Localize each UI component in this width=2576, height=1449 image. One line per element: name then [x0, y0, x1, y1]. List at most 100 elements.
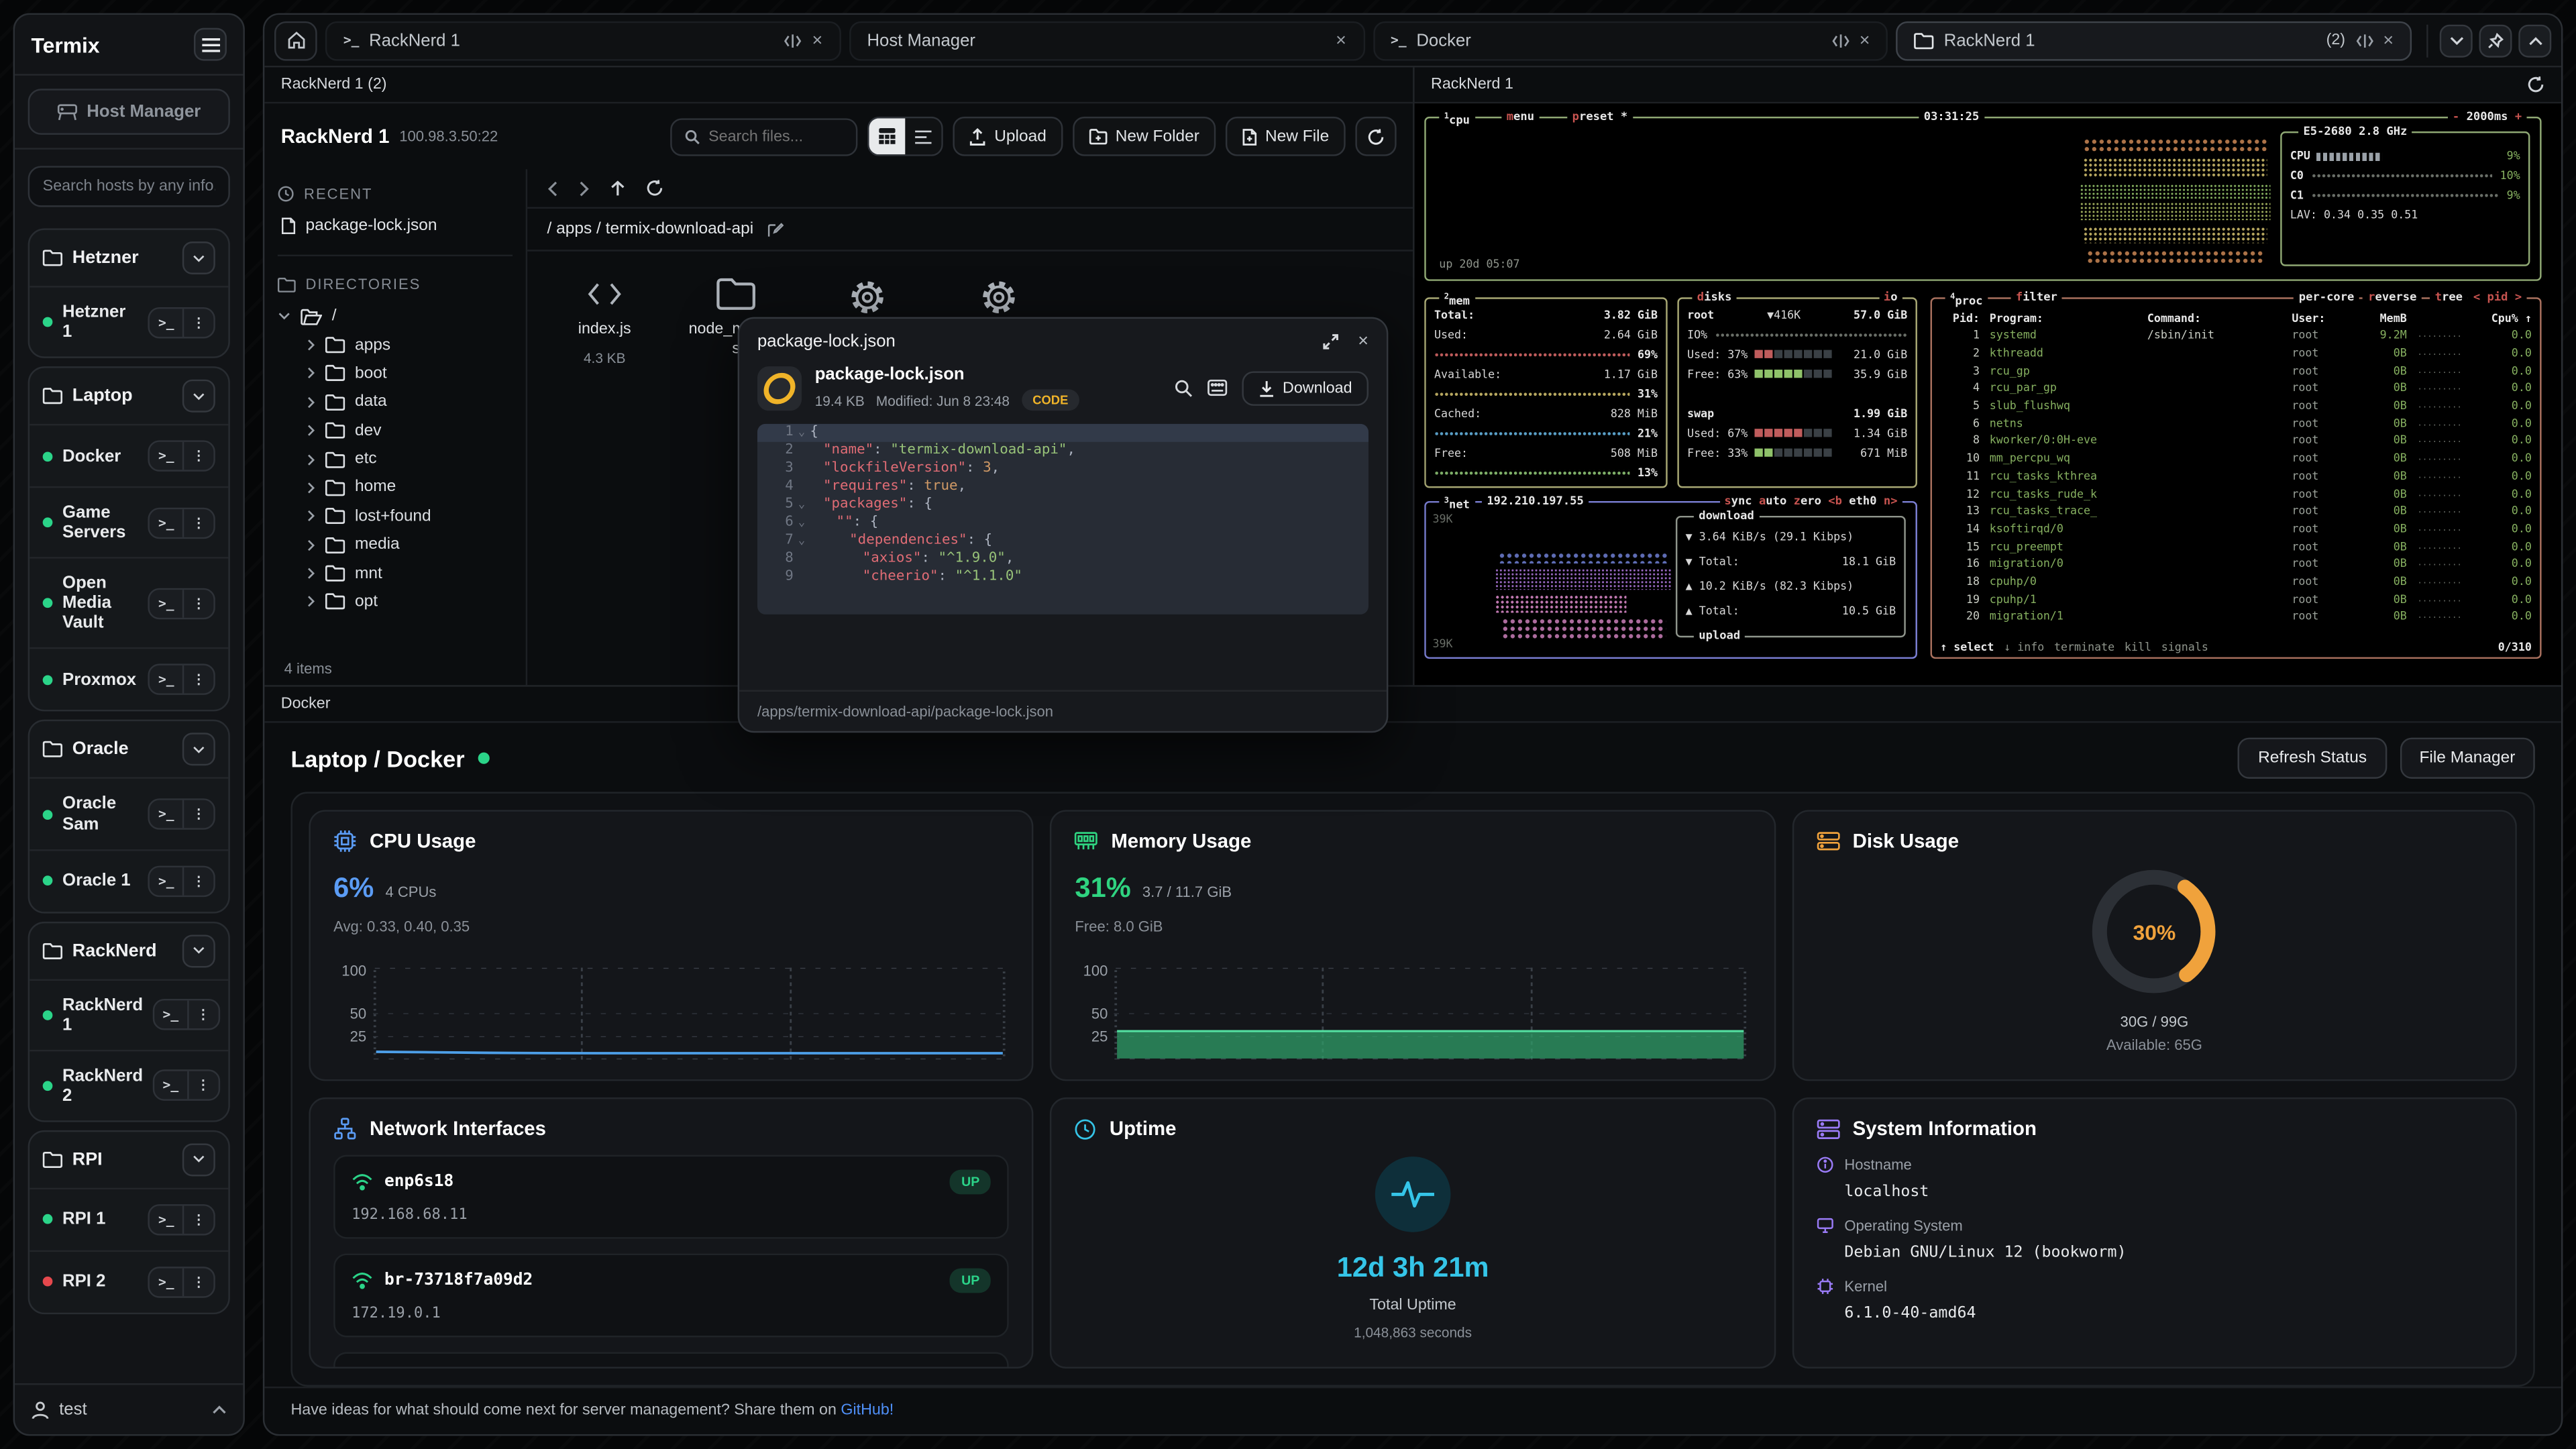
pin-button[interactable]: [2479, 24, 2512, 57]
new-file-button[interactable]: New File: [1226, 117, 1346, 156]
host-row[interactable]: RPI 2 >_ ⋮: [30, 1250, 228, 1312]
tree-item[interactable]: dev: [278, 417, 513, 445]
sync-icon[interactable]: [2527, 76, 2545, 94]
host-menu-button[interactable]: ⋮: [184, 308, 213, 336]
tab-racknerd-1[interactable]: >_RackNerd 1 ×: [325, 21, 841, 60]
tree-item[interactable]: etc: [278, 445, 513, 474]
host-row[interactable]: Game Servers >_ ⋮: [30, 486, 228, 557]
edit-path-icon[interactable]: [767, 221, 783, 237]
host-search-input[interactable]: [28, 166, 230, 207]
reload-icon[interactable]: [645, 179, 663, 197]
interface-row[interactable]: enp6s18 UP 192.168.68.11: [333, 1155, 1009, 1239]
up-icon[interactable]: [610, 180, 626, 196]
chevron-down-icon[interactable]: [182, 1143, 215, 1176]
chevron-down-icon[interactable]: [182, 241, 215, 274]
refresh-button[interactable]: [1355, 117, 1396, 156]
close-tab-icon[interactable]: ×: [1860, 30, 1870, 50]
split-icon[interactable]: [1831, 32, 1849, 48]
tree-item[interactable]: apps: [278, 331, 513, 360]
host-group-header[interactable]: RPI: [30, 1132, 228, 1187]
code-preview[interactable]: 1⌄{2"name": "termix-download-api",3"lock…: [757, 424, 1368, 614]
file-tile[interactable]: index.js 4.3 KB: [557, 278, 652, 366]
host-group-header[interactable]: Hetzner: [30, 230, 228, 286]
tab-docker[interactable]: >_Docker ×: [1373, 21, 1888, 60]
sidebar-footer[interactable]: test: [15, 1383, 243, 1434]
host-row[interactable]: Proxmox >_ ⋮: [30, 648, 228, 710]
host-menu-button[interactable]: ⋮: [184, 442, 213, 470]
open-terminal-button[interactable]: >_: [150, 442, 184, 470]
host-row[interactable]: Hetzner 1 >_ ⋮: [30, 286, 228, 357]
open-terminal-button[interactable]: >_: [150, 308, 184, 336]
host-menu-button[interactable]: ⋮: [184, 1205, 213, 1234]
host-manager-button[interactable]: Host Manager: [28, 89, 230, 135]
close-tab-icon[interactable]: ×: [812, 30, 823, 50]
host-menu-button[interactable]: ⋮: [189, 1001, 218, 1029]
expand-icon[interactable]: [1322, 333, 1338, 350]
file-manager-button[interactable]: File Manager: [2400, 738, 2535, 779]
chevron-up-icon[interactable]: [212, 1405, 227, 1415]
open-terminal-button[interactable]: >_: [154, 1071, 189, 1099]
home-button[interactable]: [274, 21, 317, 60]
host-group-header[interactable]: RackNerd: [30, 922, 228, 978]
interface-row[interactable]: br-73718f7a09d2 UP 172.19.0.1: [333, 1254, 1009, 1338]
host-row[interactable]: Open Media Vault >_ ⋮: [30, 557, 228, 648]
host-menu-button[interactable]: ⋮: [184, 800, 213, 828]
new-folder-button[interactable]: New Folder: [1073, 117, 1216, 156]
open-terminal-button[interactable]: >_: [150, 800, 184, 828]
expand-tabs-button[interactable]: [2518, 24, 2551, 57]
recent-file-item[interactable]: package-lock.json: [278, 212, 513, 252]
chevron-down-icon[interactable]: [182, 934, 215, 967]
open-terminal-button[interactable]: >_: [154, 1001, 189, 1029]
host-menu-button[interactable]: ⋮: [184, 867, 213, 895]
open-terminal-button[interactable]: >_: [150, 666, 184, 694]
close-icon[interactable]: ×: [1358, 332, 1368, 352]
host-menu-button[interactable]: ⋮: [189, 1071, 218, 1099]
github-link[interactable]: GitHub!: [841, 1401, 894, 1419]
tree-item[interactable]: mnt: [278, 559, 513, 588]
host-row[interactable]: Oracle 1 >_ ⋮: [30, 849, 228, 911]
host-row[interactable]: Docker >_ ⋮: [30, 424, 228, 486]
tree-item[interactable]: opt: [278, 588, 513, 616]
host-row[interactable]: RPI 1 >_ ⋮: [30, 1187, 228, 1250]
breadcrumb[interactable]: / apps / termix-download-api: [527, 209, 1413, 252]
interface-row[interactable]: br-d6abe1b5cab4 UP 172.20.0.1: [333, 1352, 1009, 1368]
host-row[interactable]: RackNerd 2 >_ ⋮: [30, 1049, 228, 1120]
tab-host-manager[interactable]: Host Manager ×: [849, 21, 1364, 60]
host-group-header[interactable]: Laptop: [30, 368, 228, 424]
close-tab-icon[interactable]: ×: [1336, 30, 1346, 50]
open-terminal-button[interactable]: >_: [150, 508, 184, 537]
download-button[interactable]: Download: [1242, 370, 1368, 405]
collapse-tabs-button[interactable]: [2440, 24, 2473, 57]
forward-icon[interactable]: [578, 180, 590, 196]
host-menu-button[interactable]: ⋮: [184, 666, 213, 694]
open-terminal-button[interactable]: >_: [150, 1268, 184, 1296]
host-menu-button[interactable]: ⋮: [184, 590, 213, 618]
menu-button[interactable]: [194, 28, 227, 61]
tab-racknerd-1[interactable]: RackNerd 1 (2) ×: [1896, 21, 2412, 60]
open-terminal-button[interactable]: >_: [150, 1205, 184, 1234]
upload-button[interactable]: Upload: [953, 117, 1063, 156]
host-group-header[interactable]: Oracle: [30, 722, 228, 777]
host-menu-button[interactable]: ⋮: [184, 1268, 213, 1296]
open-terminal-button[interactable]: >_: [150, 590, 184, 618]
split-icon[interactable]: [784, 32, 802, 48]
split-icon[interactable]: [2355, 32, 2373, 48]
tree-root[interactable]: /: [278, 303, 513, 331]
search-in-file-icon[interactable]: [1174, 378, 1192, 396]
chevron-down-icon[interactable]: [182, 733, 215, 766]
terminal-screen[interactable]: 1cpu menu preset * 03:31:25 - 2000ms +: [1415, 103, 2561, 685]
host-row[interactable]: Oracle Sam >_ ⋮: [30, 777, 228, 849]
file-search-input[interactable]: [708, 127, 843, 146]
chevron-down-icon[interactable]: [182, 380, 215, 413]
open-terminal-button[interactable]: >_: [150, 867, 184, 895]
refresh-status-button[interactable]: Refresh Status: [2239, 738, 2387, 779]
host-row[interactable]: RackNerd 1 >_ ⋮: [30, 979, 228, 1050]
tree-item[interactable]: lost+found: [278, 502, 513, 531]
grid-view-button[interactable]: [869, 118, 906, 154]
close-tab-icon[interactable]: ×: [2383, 30, 2394, 50]
hex-view-icon[interactable]: [1207, 380, 1226, 396]
host-menu-button[interactable]: ⋮: [184, 508, 213, 537]
list-view-button[interactable]: [906, 118, 942, 154]
tree-item[interactable]: boot: [278, 360, 513, 388]
file-search[interactable]: [671, 117, 858, 155]
